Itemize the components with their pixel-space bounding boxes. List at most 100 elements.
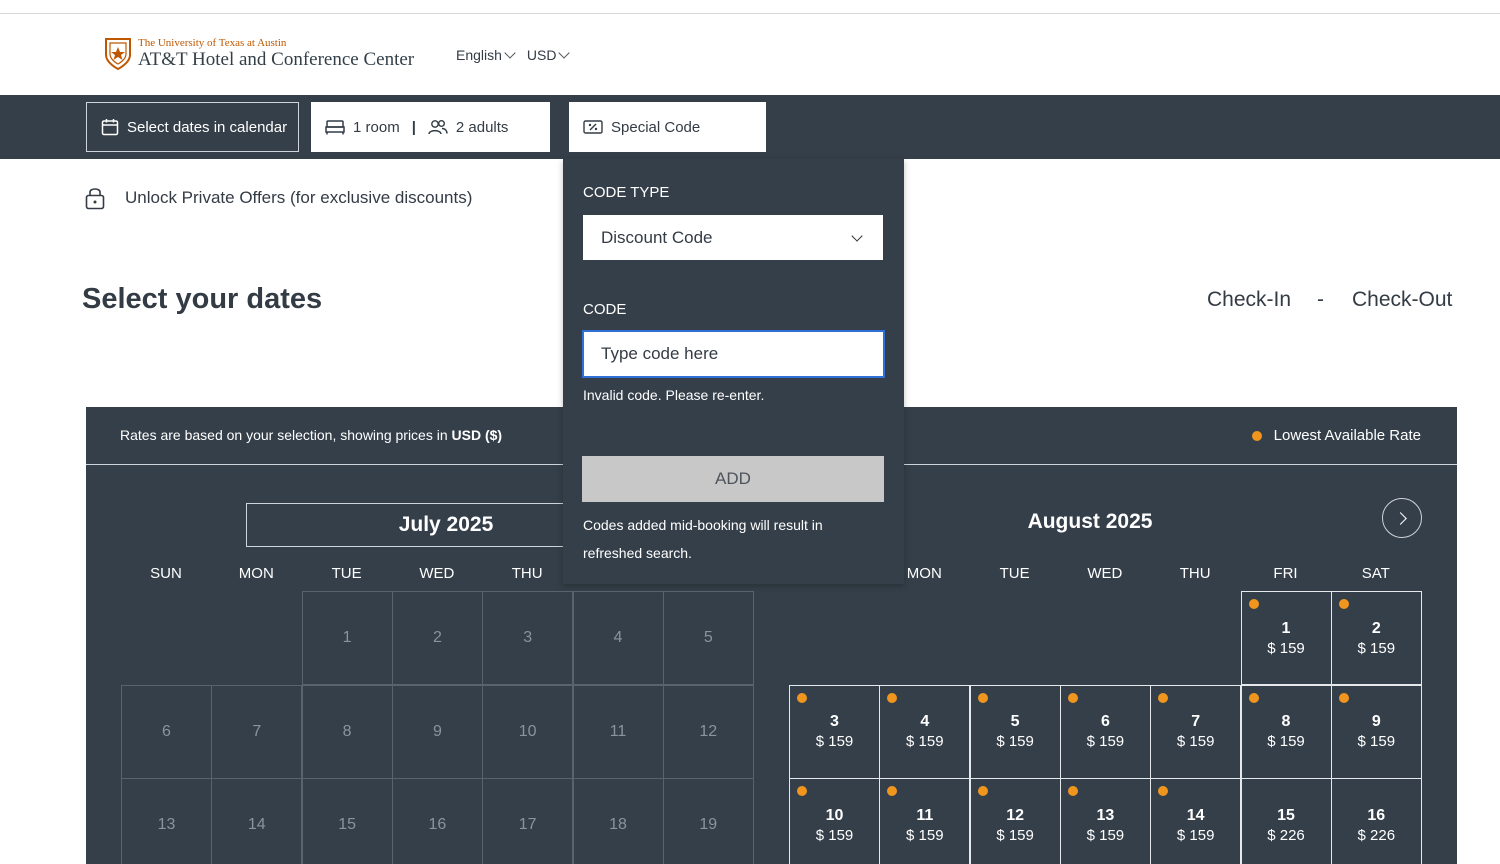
- day-number: 15: [1277, 806, 1295, 824]
- calendar-day-past: 11: [572, 684, 664, 779]
- select-dates-button[interactable]: Select dates in calendar: [86, 102, 299, 152]
- hotel-logo[interactable]: The University of Texas at Austin AT&T H…: [104, 37, 414, 71]
- calendar-day[interactable]: 2 $ 159: [1330, 591, 1422, 685]
- top-divider: [0, 13, 1500, 14]
- weekday-label: THU: [1179, 565, 1211, 582]
- calendar-day[interactable]: 3 $ 159: [789, 684, 880, 779]
- code-note: Codes added mid-booking will result in r…: [583, 517, 823, 561]
- weekday-label: SUN: [150, 565, 182, 582]
- lowest-rate-dot: [1067, 692, 1078, 703]
- special-code-label: Special Code: [611, 118, 701, 136]
- legend-label: Lowest Available Rate: [1273, 427, 1421, 444]
- calendar-day[interactable]: 8 $ 159: [1240, 684, 1332, 779]
- day-price: $ 159: [1267, 733, 1305, 750]
- currency-select[interactable]: USD: [526, 47, 571, 63]
- lowest-rate-dot: [1251, 430, 1262, 441]
- guests-label: 2 adults: [455, 118, 509, 136]
- calendar-day-past: 6: [121, 684, 212, 779]
- calendar-day-past: 16: [391, 778, 483, 864]
- special-code-popup: CODE TYPE Discount Code CODE Invalid cod…: [563, 159, 904, 584]
- shield-logo-icon: [105, 38, 131, 71]
- ticket-icon: [583, 120, 603, 134]
- calendar-day-past: 10: [482, 684, 574, 779]
- calendar-day-past: 4: [572, 591, 664, 685]
- calendar-day-past: 7: [211, 684, 303, 779]
- lowest-rate-dot: [1067, 786, 1078, 796]
- code-type-value: Discount Code: [601, 228, 713, 247]
- calendar-day[interactable]: 5 $ 159: [969, 684, 1061, 779]
- calendar-day[interactable]: 10 $ 159: [789, 778, 880, 864]
- calendar-day-past: 5: [662, 591, 754, 685]
- locale-selectors: English USD: [456, 47, 571, 63]
- code-type-label: CODE TYPE: [583, 184, 670, 201]
- day-price: $ 226: [1357, 826, 1396, 844]
- weekday-label: SAT: [1361, 565, 1390, 582]
- chevron-down-icon: [504, 47, 516, 59]
- select-dates-label: Select dates in calendar: [127, 118, 288, 136]
- lowest-rate-dot: [797, 692, 807, 703]
- bed-icon: [325, 120, 345, 135]
- day-price: $ 226: [1267, 826, 1305, 844]
- day-price: $ 159: [996, 826, 1034, 844]
- calendar-day[interactable]: 4 $ 159: [879, 684, 971, 779]
- day-number: 12: [1006, 806, 1024, 824]
- rooms-guests-button[interactable]: 1 room | 2 adults: [311, 102, 550, 152]
- weekday-label: MON: [238, 565, 274, 582]
- calendar-day[interactable]: 6 $ 159: [1059, 684, 1151, 779]
- calendar-day[interactable]: 9 $ 159: [1330, 684, 1422, 779]
- day-number: 14: [1186, 806, 1205, 824]
- calendar-day-past: 17: [482, 778, 574, 864]
- lowest-rate-dot: [797, 786, 807, 796]
- lowest-rate-dot: [887, 786, 898, 796]
- day-number: 4: [920, 713, 930, 730]
- weekday-label: TUE: [331, 565, 362, 582]
- calendar-day[interactable]: 15 $ 226: [1240, 778, 1332, 864]
- weekday-label: FRI: [1273, 565, 1298, 582]
- day-number: 8: [1281, 713, 1291, 730]
- chevron-down-icon: [851, 230, 863, 242]
- next-month-button[interactable]: [1382, 498, 1422, 538]
- lowest-rate-dot: [887, 692, 898, 703]
- day-number: 11: [916, 806, 934, 824]
- special-code-button[interactable]: Special Code: [569, 102, 766, 159]
- calendar-day-past: 14: [211, 778, 303, 864]
- calendar-day[interactable]: 1 $ 159: [1240, 591, 1332, 685]
- calendar-day-past: 19: [662, 778, 754, 864]
- calendar-day-past: 9: [391, 684, 483, 779]
- add-code-button[interactable]: ADD: [582, 456, 884, 502]
- calendar-day[interactable]: 11 $ 159: [879, 778, 971, 864]
- day-price: $ 159: [815, 826, 854, 844]
- rooms-label: 1 room: [353, 118, 400, 136]
- language-label: English: [456, 47, 502, 63]
- calendar-day[interactable]: 14 $ 159: [1150, 778, 1242, 864]
- lowest-rate-dot: [977, 786, 988, 796]
- day-number: 9: [1371, 713, 1381, 730]
- calendar-day-past: 12: [662, 684, 754, 779]
- calendar-day-past: 15: [301, 778, 393, 864]
- lowest-rate-dot: [1158, 692, 1169, 703]
- hotel-name: AT&T Hotel and Conference Center: [138, 49, 415, 70]
- weekday-label: WED: [419, 565, 455, 582]
- calendar-day[interactable]: 16 $ 226: [1330, 778, 1422, 864]
- language-select[interactable]: English: [456, 47, 516, 63]
- page-title: Select your dates: [82, 283, 323, 315]
- day-price: $ 159: [906, 733, 944, 750]
- day-price: $ 159: [906, 826, 944, 844]
- month-title-august: August 2025: [1027, 510, 1153, 533]
- calendar-day[interactable]: 13 $ 159: [1059, 778, 1151, 864]
- private-offers-link[interactable]: Unlock Private Offers (for exclusive dis…: [85, 186, 472, 210]
- lock-icon: [85, 188, 105, 210]
- chevron-down-icon: [558, 47, 571, 59]
- lowest-rate-dot: [1248, 692, 1259, 703]
- rates-info: Rates are based on your selection, showi…: [120, 427, 502, 443]
- calendar-day-past: 13: [121, 778, 212, 864]
- calendar-day[interactable]: 7 $ 159: [1150, 684, 1242, 779]
- lowest-rate-dot: [1338, 599, 1349, 609]
- day-price: $ 159: [815, 733, 854, 750]
- day-price: $ 159: [996, 733, 1034, 750]
- check-out-label: Check-Out: [1352, 288, 1453, 311]
- currency-label: USD: [526, 47, 557, 63]
- code-type-select[interactable]: Discount Code: [583, 215, 883, 260]
- code-input[interactable]: [582, 330, 885, 378]
- calendar-day[interactable]: 12 $ 159: [969, 778, 1061, 864]
